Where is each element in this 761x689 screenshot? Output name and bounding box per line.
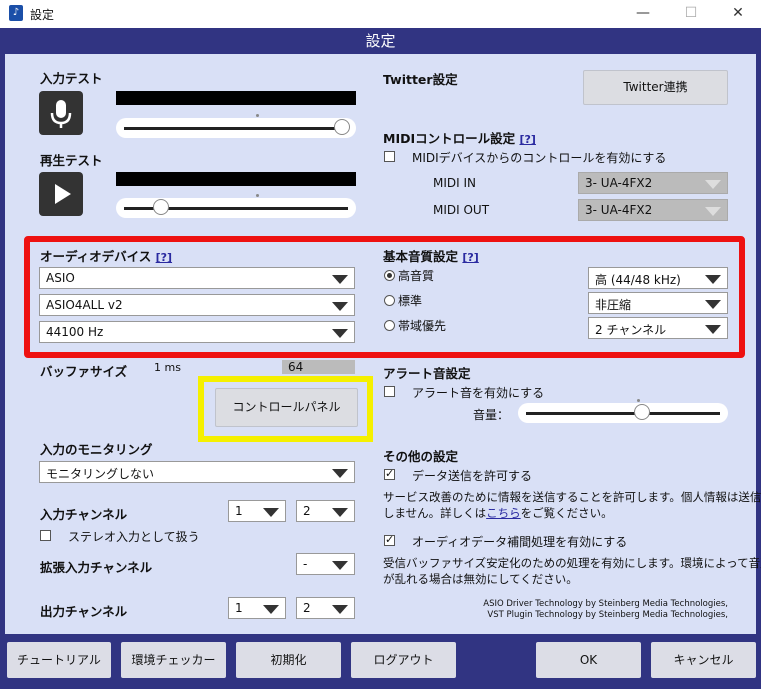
midi-out-label: MIDI OUT xyxy=(433,203,490,217)
slider-center-mark xyxy=(256,194,259,197)
tutorial-button[interactable]: チュートリアル xyxy=(7,642,111,678)
data-send-desc-text-a: しません。詳しくは xyxy=(383,506,487,520)
alert-volume-slider[interactable] xyxy=(518,403,728,423)
monitoring-value: モニタリングしない xyxy=(46,467,155,481)
cancel-button[interactable]: キャンセル xyxy=(651,642,756,678)
input-channel-2-select[interactable]: 2 xyxy=(296,500,355,522)
play-icon xyxy=(55,184,71,204)
output-channel-1-select[interactable]: 1 xyxy=(228,597,286,619)
slider-track xyxy=(526,412,720,415)
input-level-meter xyxy=(116,91,356,105)
data-send-description-1: サービス改善のために情報を送信することを許可します。個人情報は送信 xyxy=(383,490,761,504)
chevron-down-icon xyxy=(332,508,348,517)
chevron-down-icon xyxy=(332,605,348,614)
reset-button[interactable]: 初期化 xyxy=(236,642,341,678)
credits-line-1: ASIO Driver Technology by Steinberg Medi… xyxy=(483,599,728,609)
chevron-down-icon xyxy=(705,180,721,189)
midi-out-value: 3- UA-4FX2 xyxy=(585,203,653,217)
chevron-down-icon xyxy=(263,605,279,614)
slider-knob[interactable] xyxy=(634,404,650,420)
input-test-label: 入力テスト xyxy=(40,71,103,86)
alert-enable-checkbox[interactable] xyxy=(384,386,395,397)
audio-interpolation-label: オーディオデータ補間処理を有効にする xyxy=(412,535,628,549)
chevron-down-icon xyxy=(332,469,348,478)
logout-button[interactable]: ログアウト xyxy=(351,642,456,678)
chevron-down-icon xyxy=(263,508,279,517)
slider-track xyxy=(124,127,348,130)
stereo-input-label: ステレオ入力として扱う xyxy=(68,530,200,544)
data-send-checkbox[interactable] xyxy=(384,467,395,480)
data-send-label: データ送信を許可する xyxy=(412,469,533,483)
ext-input-channel-select[interactable]: - xyxy=(296,553,355,575)
data-send-desc-text-b: をご覧ください。 xyxy=(520,506,613,520)
buffer-ms-value: 1 ms xyxy=(154,361,181,374)
midi-in-select[interactable]: 3- UA-4FX2 xyxy=(578,172,728,194)
alert-settings-label: アラート音設定 xyxy=(383,366,471,381)
highlight-yellow-box xyxy=(198,376,373,442)
chevron-down-icon xyxy=(705,207,721,216)
output-channel-2-value: 2 xyxy=(303,601,311,615)
data-send-description-2: しません。詳しくはこちらをご覧ください。 xyxy=(383,505,613,521)
input-channel-label: 入力チャンネル xyxy=(40,507,128,522)
buffer-size-value: 64 xyxy=(288,360,304,374)
buffer-size-select[interactable]: 64 xyxy=(282,360,355,374)
slider-center-mark xyxy=(256,114,259,117)
output-channel-2-select[interactable]: 2 xyxy=(296,597,355,619)
playback-volume-slider[interactable] xyxy=(116,198,356,218)
midi-help-link[interactable]: [?] xyxy=(519,133,535,146)
details-link[interactable]: こちら xyxy=(486,506,521,520)
input-test-button[interactable] xyxy=(39,91,83,135)
dialog-header: 設定 xyxy=(0,28,761,54)
monitoring-label: 入力のモニタリング xyxy=(40,442,153,457)
midi-enable-label: MIDIデバイスからのコントロールを有効にする xyxy=(412,151,667,165)
output-channel-1-value: 1 xyxy=(235,601,243,615)
microphone-icon xyxy=(50,100,72,128)
highlight-red-box xyxy=(24,236,745,358)
output-channel-label: 出力チャンネル xyxy=(40,604,128,619)
app-icon: ♪ xyxy=(9,5,23,21)
buffer-size-label: バッファサイズ xyxy=(40,364,128,379)
midi-in-value: 3- UA-4FX2 xyxy=(585,176,653,190)
maximize-button[interactable]: ☐ xyxy=(681,3,701,23)
ext-input-channel-label: 拡張入力チャンネル xyxy=(40,560,153,575)
input-channel-2-value: 2 xyxy=(303,504,311,518)
playback-test-label: 再生テスト xyxy=(40,153,103,168)
ext-input-channel-value: - xyxy=(303,557,308,571)
midi-enable-checkbox[interactable] xyxy=(384,151,395,162)
midi-settings-label: MIDIコントロール設定 [?] xyxy=(383,128,536,147)
twitter-connect-button[interactable]: Twitter連携 xyxy=(583,70,728,105)
audio-interpolation-description-2: が乱れる場合は無効にしてください。 xyxy=(383,572,578,586)
alert-enable-label: アラート音を有効にする xyxy=(412,386,545,400)
env-checker-button[interactable]: 環境チェッカー xyxy=(121,642,226,678)
other-settings-label: その他の設定 xyxy=(383,449,459,464)
ok-button[interactable]: OK xyxy=(536,642,641,678)
close-button[interactable]: ✕ xyxy=(728,3,748,23)
input-channel-1-value: 1 xyxy=(235,504,243,518)
credits-line-2: VST Plugin Technology by Steinberg Media… xyxy=(487,610,728,620)
playback-test-button[interactable] xyxy=(39,172,83,216)
slider-center-mark xyxy=(637,399,640,402)
twitter-settings-label: Twitter設定 xyxy=(383,72,458,87)
monitoring-select[interactable]: モニタリングしない xyxy=(39,461,355,483)
stereo-input-checkbox[interactable] xyxy=(40,530,51,541)
input-volume-slider[interactable] xyxy=(116,118,356,138)
midi-settings-title: MIDIコントロール設定 xyxy=(383,131,516,146)
audio-interpolation-checkbox[interactable] xyxy=(384,533,395,546)
slider-knob[interactable] xyxy=(153,199,170,215)
audio-interpolation-description-1: 受信バッファサイズ安定化のための処理を有効にします。環境によって音声 xyxy=(383,556,761,570)
window-title: 設定 xyxy=(30,8,55,22)
midi-in-label: MIDI IN xyxy=(433,176,477,190)
minimize-button[interactable]: — xyxy=(633,3,653,23)
slider-knob[interactable] xyxy=(333,119,350,135)
midi-out-select[interactable]: 3- UA-4FX2 xyxy=(578,199,728,221)
input-channel-1-select[interactable]: 1 xyxy=(228,500,286,522)
chevron-down-icon xyxy=(332,561,348,570)
playback-level-meter xyxy=(116,172,356,186)
alert-volume-label: 音量： xyxy=(473,408,510,422)
